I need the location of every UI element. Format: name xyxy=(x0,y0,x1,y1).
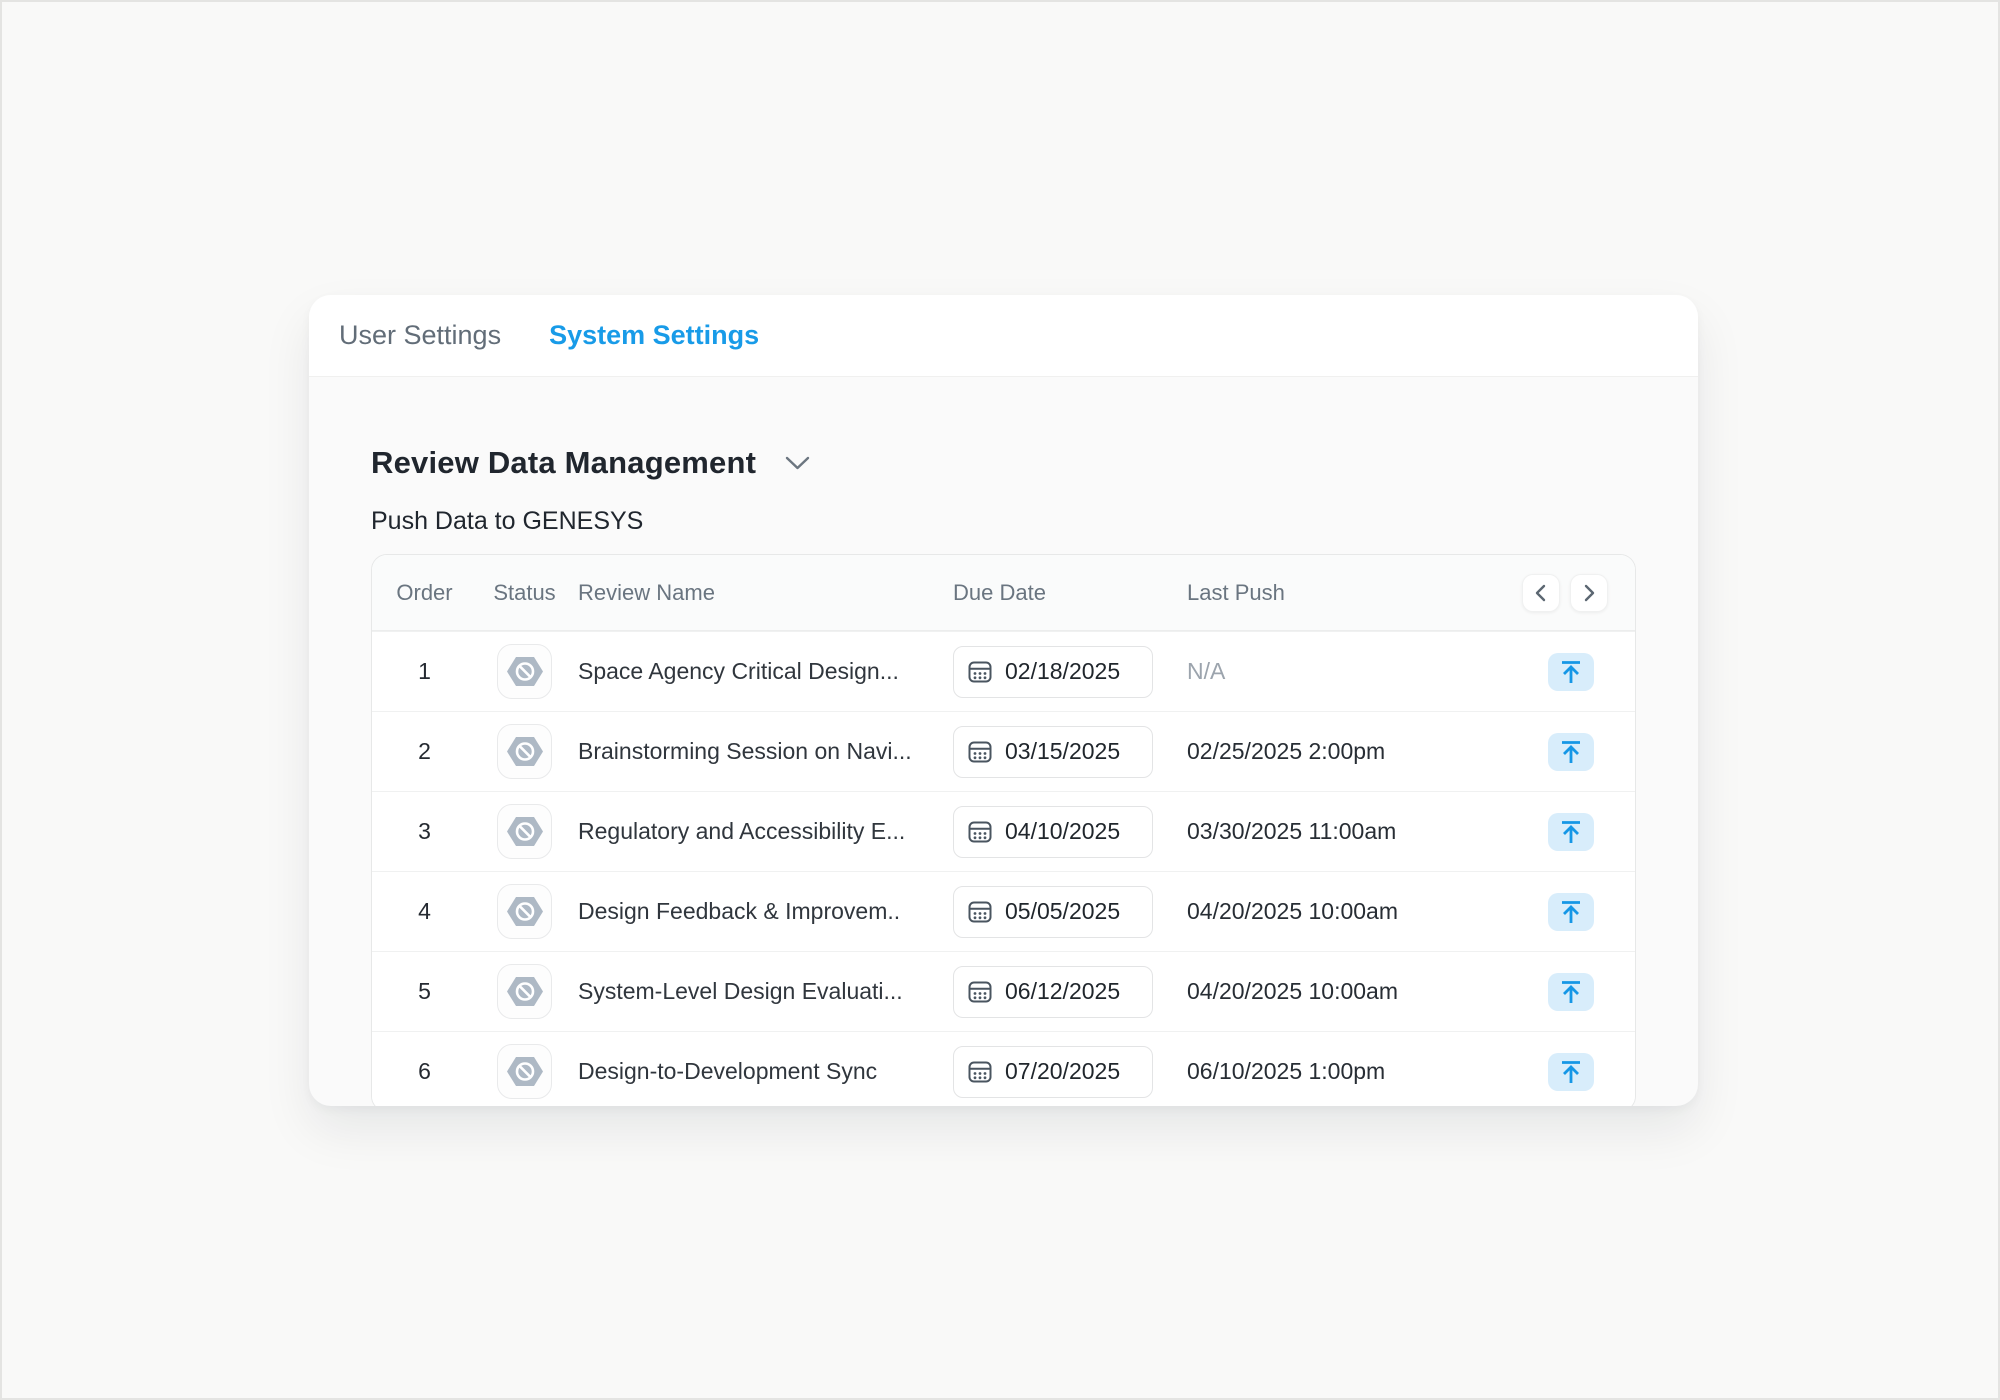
settings-card: User Settings System Settings Review Dat… xyxy=(309,295,1698,1106)
calendar-icon xyxy=(968,820,992,844)
push-data-button[interactable] xyxy=(1548,733,1594,771)
due-date-field[interactable]: 04/10/2025 xyxy=(953,806,1153,858)
review-name: Design Feedback & Improvem.. xyxy=(572,898,947,925)
status-blocked-icon xyxy=(499,814,551,849)
last-push-value: N/A xyxy=(1162,658,1505,685)
due-date-field[interactable]: 02/18/2025 xyxy=(953,646,1153,698)
review-name: Regulatory and Accessibility E... xyxy=(572,818,947,845)
due-date-value: 04/10/2025 xyxy=(1005,818,1120,845)
last-push-value: 03/30/2025 11:00am xyxy=(1162,818,1505,845)
prev-page-button[interactable] xyxy=(1522,574,1560,612)
table-row: 4 Design Feedback & Improvem.. 05/05/202… xyxy=(372,871,1635,951)
upload-icon xyxy=(1558,819,1584,845)
push-data-button[interactable] xyxy=(1548,653,1594,691)
due-date-field[interactable]: 03/15/2025 xyxy=(953,726,1153,778)
last-push-value: 06/10/2025 1:00pm xyxy=(1162,1058,1505,1085)
due-date-value: 07/20/2025 xyxy=(1005,1058,1120,1085)
status-blocked-button[interactable] xyxy=(497,724,552,779)
order-number: 3 xyxy=(372,818,477,845)
status-blocked-button[interactable] xyxy=(497,804,552,859)
table-row: 2 Brainstorming Session on Navi... 03/15… xyxy=(372,711,1635,791)
section-subtitle: Push Data to GENESYS xyxy=(371,507,1636,536)
chevron-right-icon xyxy=(1581,583,1597,603)
chevron-down-icon xyxy=(784,454,811,472)
order-number: 5 xyxy=(372,978,477,1005)
status-blocked-icon xyxy=(499,654,551,689)
table-row: 5 System-Level Design Evaluati... 06/12/… xyxy=(372,951,1635,1031)
header-last-push: Last Push xyxy=(1162,580,1505,606)
status-blocked-button[interactable] xyxy=(497,964,552,1019)
calendar-icon xyxy=(968,740,992,764)
due-date-value: 03/15/2025 xyxy=(1005,738,1120,765)
calendar-icon xyxy=(968,1060,992,1084)
section-collapse-button[interactable] xyxy=(780,450,815,476)
last-push-value: 04/20/2025 10:00am xyxy=(1162,898,1505,925)
status-blocked-button[interactable] xyxy=(497,884,552,939)
header-status: Status xyxy=(477,580,572,606)
upload-icon xyxy=(1558,739,1584,765)
order-number: 6 xyxy=(372,1058,477,1085)
page-title: Review Data Management xyxy=(371,445,756,481)
status-blocked-icon xyxy=(499,734,551,769)
last-push-value: 02/25/2025 2:00pm xyxy=(1162,738,1505,765)
chevron-left-icon xyxy=(1533,583,1549,603)
push-data-button[interactable] xyxy=(1548,813,1594,851)
due-date-value: 02/18/2025 xyxy=(1005,658,1120,685)
tab-system-settings[interactable]: System Settings xyxy=(549,320,759,351)
next-page-button[interactable] xyxy=(1570,574,1608,612)
order-number: 4 xyxy=(372,898,477,925)
push-data-button[interactable] xyxy=(1548,973,1594,1011)
card-content: Review Data Management Push Data to GENE… xyxy=(309,445,1698,1106)
status-blocked-button[interactable] xyxy=(497,1044,552,1099)
due-date-value: 05/05/2025 xyxy=(1005,898,1120,925)
push-data-button[interactable] xyxy=(1548,1053,1594,1091)
tab-bar: User Settings System Settings xyxy=(309,295,1698,377)
status-blocked-button[interactable] xyxy=(497,644,552,699)
header-review-name: Review Name xyxy=(572,580,947,606)
review-name: Brainstorming Session on Navi... xyxy=(572,738,947,765)
calendar-icon xyxy=(968,980,992,1004)
last-push-value: 04/20/2025 10:00am xyxy=(1162,978,1505,1005)
header-due-date: Due Date xyxy=(947,580,1162,606)
upload-icon xyxy=(1558,659,1584,685)
due-date-value: 06/12/2025 xyxy=(1005,978,1120,1005)
header-order: Order xyxy=(372,580,477,606)
status-blocked-icon xyxy=(499,1054,551,1089)
table-row: 1 Space Agency Critical Design... 02/18/… xyxy=(372,631,1635,711)
table-row: 6 Design-to-Development Sync 07/20/2025 … xyxy=(372,1031,1635,1106)
table-header-row: Order Status Review Name Due Date Last P… xyxy=(372,555,1635,631)
order-number: 2 xyxy=(372,738,477,765)
tab-user-settings[interactable]: User Settings xyxy=(339,320,501,351)
upload-icon xyxy=(1558,1059,1584,1085)
push-data-button[interactable] xyxy=(1548,893,1594,931)
table-row: 3 Regulatory and Accessibility E... 04/1… xyxy=(372,791,1635,871)
upload-icon xyxy=(1558,979,1584,1005)
calendar-icon xyxy=(968,900,992,924)
due-date-field[interactable]: 07/20/2025 xyxy=(953,1046,1153,1098)
order-number: 1 xyxy=(372,658,477,685)
review-name: Design-to-Development Sync xyxy=(572,1058,947,1085)
review-name: System-Level Design Evaluati... xyxy=(572,978,947,1005)
review-table: Order Status Review Name Due Date Last P… xyxy=(371,554,1636,1106)
status-blocked-icon xyxy=(499,974,551,1009)
due-date-field[interactable]: 05/05/2025 xyxy=(953,886,1153,938)
upload-icon xyxy=(1558,899,1584,925)
review-name: Space Agency Critical Design... xyxy=(572,658,947,685)
calendar-icon xyxy=(968,660,992,684)
due-date-field[interactable]: 06/12/2025 xyxy=(953,966,1153,1018)
status-blocked-icon xyxy=(499,894,551,929)
